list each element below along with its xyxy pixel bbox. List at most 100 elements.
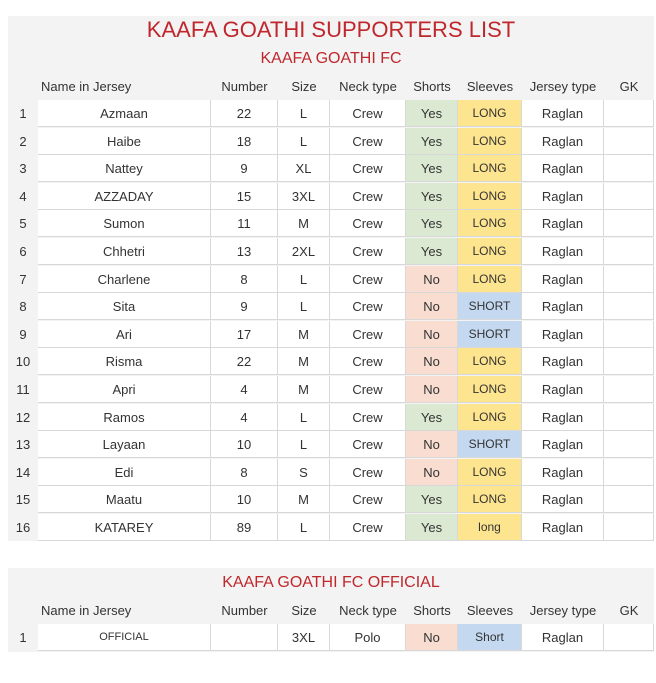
- size-cell[interactable]: XL: [278, 155, 330, 183]
- gk-cell[interactable]: [604, 155, 654, 183]
- jersey-type-cell[interactable]: Raglan: [522, 403, 604, 431]
- name-cell[interactable]: KATAREY: [38, 514, 211, 541]
- gk-cell[interactable]: [604, 182, 654, 210]
- jersey-type-cell[interactable]: Raglan: [522, 265, 604, 293]
- sleeves-cell[interactable]: SHORT: [458, 320, 522, 348]
- number-cell[interactable]: 13: [211, 238, 278, 265]
- size-cell[interactable]: L: [278, 127, 330, 155]
- jersey-type-cell[interactable]: Raglan: [522, 210, 604, 238]
- neck-type-cell[interactable]: Crew: [330, 127, 406, 155]
- jersey-type-cell[interactable]: Raglan: [522, 348, 604, 376]
- size-cell[interactable]: L: [278, 265, 330, 293]
- sleeves-cell[interactable]: LONG: [458, 127, 522, 155]
- gk-cell[interactable]: [604, 403, 654, 431]
- number-cell[interactable]: 18: [211, 127, 278, 155]
- jersey-type-cell[interactable]: Raglan: [522, 100, 604, 127]
- shorts-cell[interactable]: Yes: [406, 514, 458, 541]
- sleeves-cell[interactable]: long: [458, 514, 522, 541]
- size-cell[interactable]: L: [278, 403, 330, 431]
- sleeves-cell[interactable]: Short: [458, 624, 522, 651]
- sleeves-cell[interactable]: LONG: [458, 100, 522, 127]
- number-cell[interactable]: 11: [211, 210, 278, 238]
- neck-type-cell[interactable]: Crew: [330, 100, 406, 127]
- neck-type-cell[interactable]: Crew: [330, 155, 406, 183]
- neck-type-cell[interactable]: Crew: [330, 403, 406, 431]
- neck-type-cell[interactable]: Crew: [330, 514, 406, 541]
- shorts-cell[interactable]: No: [406, 376, 458, 403]
- number-cell[interactable]: 89: [211, 514, 278, 541]
- number-cell[interactable]: 4: [211, 376, 278, 403]
- jersey-type-cell[interactable]: Raglan: [522, 155, 604, 183]
- gk-cell[interactable]: [604, 514, 654, 541]
- name-cell[interactable]: Charlene: [38, 265, 211, 293]
- size-cell[interactable]: S: [278, 458, 330, 486]
- name-cell[interactable]: Chhetri: [38, 238, 211, 265]
- shorts-cell[interactable]: No: [406, 265, 458, 293]
- number-cell[interactable]: [211, 624, 278, 651]
- sleeves-cell[interactable]: LONG: [458, 238, 522, 265]
- name-cell[interactable]: Sumon: [38, 210, 211, 238]
- neck-type-cell[interactable]: Crew: [330, 293, 406, 321]
- shorts-cell[interactable]: No: [406, 624, 458, 651]
- number-cell[interactable]: 17: [211, 320, 278, 348]
- number-cell[interactable]: 10: [211, 486, 278, 514]
- name-cell[interactable]: Sita: [38, 293, 211, 321]
- number-cell[interactable]: 8: [211, 265, 278, 293]
- gk-cell[interactable]: [604, 486, 654, 514]
- jersey-type-cell[interactable]: Raglan: [522, 238, 604, 265]
- number-cell[interactable]: 22: [211, 348, 278, 376]
- shorts-cell[interactable]: Yes: [406, 486, 458, 514]
- number-cell[interactable]: 9: [211, 155, 278, 183]
- jersey-type-cell[interactable]: Raglan: [522, 127, 604, 155]
- size-cell[interactable]: L: [278, 431, 330, 459]
- gk-cell[interactable]: [604, 238, 654, 265]
- number-cell[interactable]: 4: [211, 403, 278, 431]
- size-cell[interactable]: 3XL: [278, 624, 330, 651]
- shorts-cell[interactable]: Yes: [406, 403, 458, 431]
- number-cell[interactable]: 9: [211, 293, 278, 321]
- size-cell[interactable]: M: [278, 376, 330, 403]
- shorts-cell[interactable]: Yes: [406, 127, 458, 155]
- sleeves-cell[interactable]: LONG: [458, 155, 522, 183]
- neck-type-cell[interactable]: Crew: [330, 182, 406, 210]
- gk-cell[interactable]: [604, 431, 654, 459]
- gk-cell[interactable]: [604, 458, 654, 486]
- jersey-type-cell[interactable]: Raglan: [522, 293, 604, 321]
- gk-cell[interactable]: [604, 293, 654, 321]
- neck-type-cell[interactable]: Crew: [330, 458, 406, 486]
- name-cell[interactable]: Ramos: [38, 403, 211, 431]
- name-cell[interactable]: Maatu: [38, 486, 211, 514]
- name-cell[interactable]: Risma: [38, 348, 211, 376]
- sleeves-cell[interactable]: LONG: [458, 182, 522, 210]
- number-cell[interactable]: 10: [211, 431, 278, 459]
- neck-type-cell[interactable]: Crew: [330, 348, 406, 376]
- gk-cell[interactable]: [604, 100, 654, 127]
- sleeves-cell[interactable]: LONG: [458, 458, 522, 486]
- size-cell[interactable]: 2XL: [278, 238, 330, 265]
- gk-cell[interactable]: [604, 624, 654, 651]
- size-cell[interactable]: M: [278, 210, 330, 238]
- name-cell[interactable]: Azmaan: [38, 100, 211, 127]
- shorts-cell[interactable]: No: [406, 348, 458, 376]
- sleeves-cell[interactable]: LONG: [458, 486, 522, 514]
- number-cell[interactable]: 15: [211, 182, 278, 210]
- sleeves-cell[interactable]: LONG: [458, 348, 522, 376]
- sleeves-cell[interactable]: SHORT: [458, 431, 522, 459]
- gk-cell[interactable]: [604, 320, 654, 348]
- sleeves-cell[interactable]: LONG: [458, 265, 522, 293]
- shorts-cell[interactable]: No: [406, 458, 458, 486]
- jersey-type-cell[interactable]: Raglan: [522, 320, 604, 348]
- number-cell[interactable]: 22: [211, 100, 278, 127]
- gk-cell[interactable]: [604, 265, 654, 293]
- gk-cell[interactable]: [604, 376, 654, 403]
- sleeves-cell[interactable]: LONG: [458, 376, 522, 403]
- name-cell[interactable]: Edi: [38, 458, 211, 486]
- size-cell[interactable]: M: [278, 348, 330, 376]
- name-cell[interactable]: Haibe: [38, 127, 211, 155]
- jersey-type-cell[interactable]: Raglan: [522, 431, 604, 459]
- number-cell[interactable]: 8: [211, 458, 278, 486]
- shorts-cell[interactable]: Yes: [406, 210, 458, 238]
- size-cell[interactable]: M: [278, 486, 330, 514]
- jersey-type-cell[interactable]: Raglan: [522, 514, 604, 541]
- name-cell[interactable]: Layaan: [38, 431, 211, 459]
